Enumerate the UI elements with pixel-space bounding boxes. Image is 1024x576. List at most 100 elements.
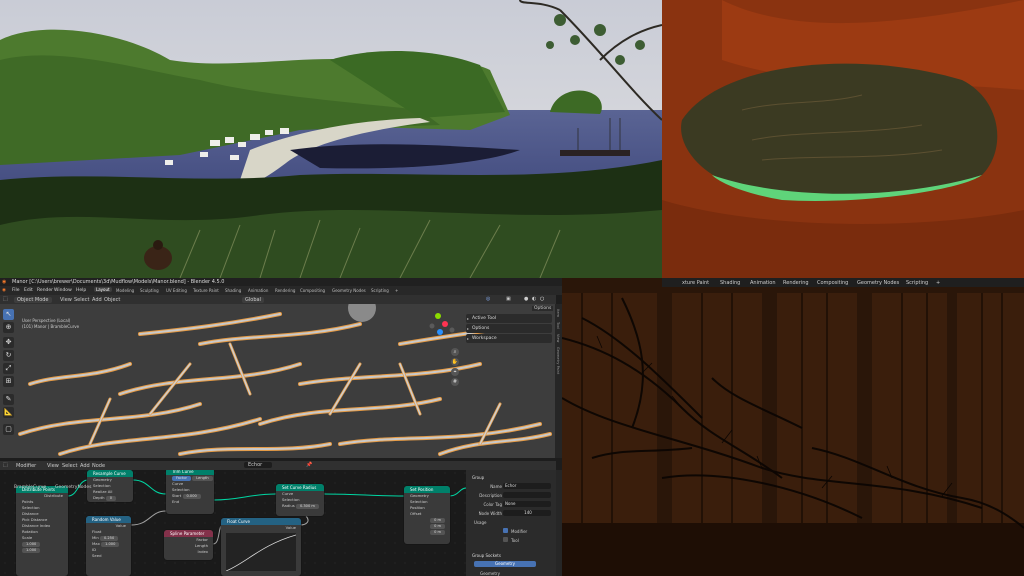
scale-icon[interactable]: ⤢ — [3, 363, 14, 374]
grid-icon[interactable]: # — [451, 378, 459, 386]
usage-tool-check[interactable]: Tool — [466, 536, 556, 545]
tab-item[interactable]: Item — [556, 309, 560, 317]
usage-modifier-check[interactable]: Modifier — [466, 527, 556, 536]
node-set-position[interactable]: Set Position Geometry Selection Position… — [404, 486, 450, 544]
group-node-width-row[interactable]: Node Width 140 — [466, 509, 556, 518]
shading-solid-icon[interactable]: ● — [524, 296, 528, 302]
menu-file[interactable]: File — [12, 288, 20, 293]
tab-texture-paint-2[interactable]: xture Paint — [682, 280, 709, 286]
tab-geometry-paint[interactable]: Geometry Paint — [556, 347, 560, 374]
tab-scripting-2[interactable]: Scripting — [906, 280, 928, 286]
name-input[interactable]: Echor — [503, 483, 551, 489]
group-color-tag-row[interactable]: Color Tag None — [466, 500, 556, 509]
tab-tool[interactable]: Tool — [556, 322, 560, 329]
panel-options[interactable]: Options — [466, 324, 552, 333]
tab-rendering-2[interactable]: Rendering — [783, 280, 809, 286]
node-group-name-field[interactable]: Echor — [244, 462, 273, 468]
shading-material-icon[interactable]: ◐ — [532, 296, 536, 302]
tab-shading-2[interactable]: Shading — [720, 280, 740, 286]
modifier-checkbox-icon[interactable] — [503, 528, 508, 533]
shading-rendered-icon[interactable]: ○ — [540, 296, 544, 302]
tab-shading[interactable]: Shading — [225, 288, 241, 293]
node-distribute-points[interactable]: Distribute Points Distribute Points Sele… — [16, 486, 68, 576]
annotate-icon[interactable]: ✎ — [3, 394, 14, 405]
options-dropdown[interactable]: Options — [532, 306, 554, 311]
node-menu-view[interactable]: View — [47, 463, 59, 469]
tab-sculpting[interactable]: Sculpting — [140, 288, 159, 293]
group-section-header[interactable]: Group — [466, 473, 556, 482]
add-workspace-icon[interactable]: + — [395, 288, 398, 293]
tab-layout[interactable]: Layout — [94, 287, 112, 292]
move-icon[interactable]: ✥ — [3, 337, 14, 348]
tab-animation[interactable]: Animation — [248, 288, 268, 293]
tool-checkbox-icon[interactable] — [503, 537, 508, 542]
tab-texture-paint[interactable]: Texture Paint — [193, 288, 219, 293]
editor-type-icon[interactable]: ⬚ — [3, 296, 8, 302]
input-depth[interactable]: Depth 0 — [87, 495, 133, 501]
offset-z-value[interactable]: 0 m — [430, 530, 445, 535]
object-mode-dropdown[interactable]: Object Mode — [14, 297, 52, 303]
cursor-icon[interactable]: ⊕ — [3, 322, 14, 333]
menu-window[interactable]: Window — [54, 288, 72, 293]
menu-render[interactable]: Render — [37, 288, 53, 293]
input-radius[interactable]: Radius 0.300 m — [276, 503, 324, 509]
xray-icon[interactable]: ▣ — [506, 296, 511, 302]
node-spline-parameter[interactable]: Spline Parameter Factor Length Index — [164, 530, 213, 560]
transform-icon[interactable]: ⊞ — [3, 376, 14, 387]
socket-item[interactable]: Geometry — [466, 560, 556, 569]
node-set-curve-radius[interactable]: Set Curve Radius Curve Selection Radius … — [276, 484, 324, 516]
zoom-icon[interactable]: ⌕ — [451, 348, 459, 356]
panel-workspace[interactable]: Workspace — [466, 334, 552, 343]
node-editor-type-icon[interactable]: ⬚ — [3, 462, 8, 468]
node-width-input[interactable]: 140 — [503, 510, 551, 516]
add-cube-icon[interactable]: ▢ — [3, 424, 14, 435]
pin-icon[interactable]: 📌 — [306, 462, 312, 468]
panel-active-tool[interactable]: Active Tool — [466, 314, 552, 323]
offset-z[interactable]: 0 m — [404, 529, 450, 535]
radius-value[interactable]: 0.300 m — [295, 504, 319, 509]
tab-rendering[interactable]: Rendering — [275, 288, 295, 293]
modifier-context-dropdown[interactable]: Modifier — [16, 463, 36, 469]
tab-modeling[interactable]: Modeling — [116, 288, 134, 293]
overlay-icon[interactable]: ◎ — [486, 296, 490, 302]
depth-value[interactable]: 0 — [105, 496, 117, 501]
tab-compositing[interactable]: Compositing — [300, 288, 325, 293]
tab-geometry-nodes-2[interactable]: Geometry Nodes — [857, 280, 899, 286]
select-box-icon[interactable]: ↖ — [3, 309, 14, 320]
tab-scripting[interactable]: Scripting — [371, 288, 389, 293]
menu-help[interactable]: Help — [76, 288, 86, 293]
scale-y-value[interactable]: 1.000 — [22, 548, 41, 553]
menu-view[interactable]: View — [60, 297, 72, 303]
node-float-curve[interactable]: Float Curve Value — [221, 518, 301, 576]
orientation-dropdown[interactable]: Global — [242, 297, 264, 303]
tab-compositing-2[interactable]: Compositing — [817, 280, 848, 286]
tab-animation-2[interactable]: Animation — [750, 280, 776, 286]
color-tag-dropdown[interactable]: None — [503, 501, 551, 507]
curve-mapping-widget[interactable] — [225, 533, 297, 572]
menu-select[interactable]: Select — [74, 297, 89, 303]
description-input[interactable] — [503, 492, 551, 498]
menu-add[interactable]: Add — [92, 297, 102, 303]
menu-edit[interactable]: Edit — [24, 288, 33, 293]
camera-icon[interactable]: ⌖ — [451, 368, 459, 376]
usage-section-header[interactable]: Usage — [466, 518, 556, 527]
sockets-section-header[interactable]: Group Sockets — [466, 551, 556, 560]
node-menu-node[interactable]: Node — [92, 463, 105, 469]
node-menu-add[interactable]: Add — [80, 463, 90, 469]
node-menu-select[interactable]: Select — [62, 463, 77, 469]
menu-object[interactable]: Object — [104, 297, 120, 303]
pan-icon[interactable]: ✋ — [451, 358, 459, 366]
breadcrumb-node-group[interactable]: GeometryNodes — [55, 485, 92, 490]
tab-geometry-nodes[interactable]: Geometry Nodes — [332, 288, 366, 293]
add-workspace-icon-2[interactable]: + — [936, 280, 940, 286]
scale-y-field[interactable]: 1.000 — [16, 547, 68, 553]
group-name-row[interactable]: Name Echor — [466, 482, 556, 491]
tab-view[interactable]: View — [556, 334, 560, 342]
rotate-icon[interactable]: ↻ — [3, 350, 14, 361]
measure-icon[interactable]: 📐 — [3, 407, 14, 418]
node-random-value[interactable]: Random Value Value Float Min 0.250 Max 1… — [86, 516, 131, 576]
tab-uv-editing[interactable]: UV Editing — [166, 288, 187, 293]
menu-blender-icon[interactable]: ◉ — [2, 288, 6, 293]
group-description-row[interactable]: Description — [466, 491, 556, 500]
socket-item[interactable]: Geometry — [466, 569, 556, 576]
